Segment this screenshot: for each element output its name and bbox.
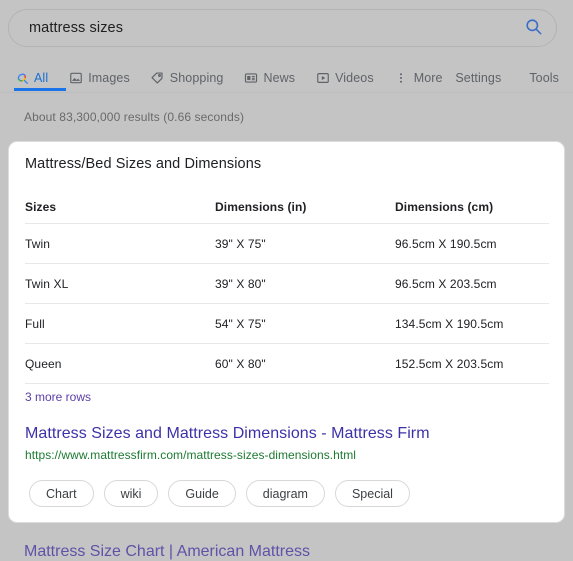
chip-wiki[interactable]: wiki [103, 480, 159, 507]
cell-dimensions-cm: 134.5cm X 190.5cm [395, 316, 504, 331]
navigation-tabs: All Images Shopping News Videos More Set… [0, 63, 573, 93]
tools-link[interactable]: Tools [529, 71, 559, 85]
table-row: Queen 60" X 80" 152.5cm X 203.5cm [25, 344, 549, 384]
video-play-icon [315, 71, 330, 86]
table-header-row: Sizes Dimensions (in) Dimensions (cm) [25, 191, 549, 224]
next-result-title-link[interactable]: Mattress Size Chart | American Mattress [24, 543, 310, 561]
featured-snippet-card: Mattress/Bed Sizes and Dimensions Sizes … [8, 141, 565, 523]
tab-news[interactable]: News [243, 63, 295, 93]
table-row: Twin XL 39" X 80" 96.5cm X 203.5cm [25, 264, 549, 304]
cell-size: Twin [25, 236, 51, 251]
cell-dimensions-cm: 152.5cm X 203.5cm [395, 356, 504, 371]
google-search-icon [14, 71, 29, 86]
cell-size: Full [25, 316, 45, 331]
tab-all-label: All [34, 71, 49, 85]
cell-size: Twin XL [25, 276, 69, 291]
cell-dimensions-cm: 96.5cm X 203.5cm [395, 276, 497, 291]
tab-videos-label: Videos [335, 71, 374, 85]
newspaper-icon [243, 71, 258, 86]
settings-link[interactable]: Settings [455, 71, 501, 85]
more-vertical-icon [394, 71, 409, 86]
result-title-link[interactable]: Mattress Sizes and Mattress Dimensions -… [25, 425, 430, 443]
chip-guide[interactable]: Guide [168, 480, 236, 507]
nav-right-links: Settings Tools [427, 63, 559, 93]
card-title: Mattress/Bed Sizes and Dimensions [25, 156, 262, 172]
search-bar[interactable] [8, 9, 557, 47]
result-stats: About 83,300,000 results (0.66 seconds) [24, 110, 245, 124]
column-header-sizes: Sizes [25, 200, 57, 214]
column-header-dimensions-cm: Dimensions (cm) [395, 200, 494, 214]
cell-size: Queen [25, 356, 62, 371]
more-rows-link[interactable]: 3 more rows [25, 390, 91, 404]
dimensions-table: Sizes Dimensions (in) Dimensions (cm) Tw… [25, 191, 549, 384]
tag-icon [150, 71, 165, 86]
image-icon [68, 71, 83, 86]
cell-dimensions-in: 39" X 80" [215, 276, 266, 291]
result-url[interactable]: https://www.mattressfirm.com/mattress-si… [25, 448, 356, 462]
cell-dimensions-in: 54" X 75" [215, 316, 266, 331]
column-header-dimensions-in: Dimensions (in) [215, 200, 307, 214]
related-chips: Chart wiki Guide diagram Special [29, 480, 420, 507]
nav-divider [0, 92, 573, 93]
tab-images-label: Images [88, 71, 130, 85]
cell-dimensions-cm: 96.5cm X 190.5cm [395, 236, 497, 251]
search-input[interactable] [9, 20, 510, 36]
table-row: Twin 39" X 75" 96.5cm X 190.5cm [25, 224, 549, 264]
cell-dimensions-in: 60" X 80" [215, 356, 266, 371]
nav-tab-list: All Images Shopping News Videos More [14, 63, 463, 93]
tab-shopping-label: Shopping [169, 71, 224, 85]
active-tab-underline [14, 88, 66, 91]
chip-chart[interactable]: Chart [29, 480, 94, 507]
cell-dimensions-in: 39" X 75" [215, 236, 266, 251]
tab-news-label: News [263, 71, 296, 85]
tab-images[interactable]: Images [68, 63, 130, 93]
chip-special[interactable]: Special [334, 480, 410, 507]
search-submit-button[interactable] [510, 10, 556, 46]
chip-diagram[interactable]: diagram [245, 480, 325, 507]
tab-videos[interactable]: Videos [315, 63, 374, 93]
table-row: Full 54" X 75" 134.5cm X 190.5cm [25, 304, 549, 344]
tab-shopping[interactable]: Shopping [150, 63, 224, 93]
search-icon [524, 17, 543, 39]
